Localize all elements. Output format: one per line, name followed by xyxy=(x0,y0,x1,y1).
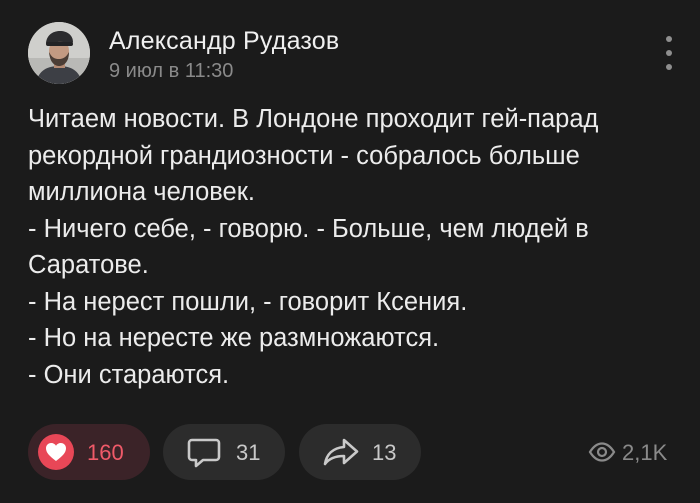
post-text-line: - Ничего себе, - говорю. - Больше, чем л… xyxy=(28,214,589,243)
more-vertical-icon-dot xyxy=(666,64,672,70)
post-text-line: - Они стараются. xyxy=(28,360,230,389)
post-text-line: - Но на нересте же размножаются. xyxy=(28,324,440,352)
post-text-line: Саратове. xyxy=(28,251,149,279)
share-button[interactable]: 13 xyxy=(299,424,421,480)
post-text-line: миллиона человек. xyxy=(28,178,255,206)
comment-icon xyxy=(187,437,221,474)
comment-button[interactable]: 31 xyxy=(163,424,285,480)
more-options-button[interactable] xyxy=(662,36,676,70)
avatar-photo xyxy=(28,22,90,84)
post-timestamp: 9 июл в 11:30 xyxy=(109,60,234,82)
post-card: Александр Рудазов 9 июл в 11:30 Читаем н… xyxy=(0,0,700,503)
eye-icon xyxy=(588,442,616,467)
more-vertical-icon xyxy=(666,36,672,42)
post-header: Александр Рудазов 9 июл в 11:30 xyxy=(28,22,674,84)
share-arrow-icon xyxy=(323,437,359,472)
comment-count: 31 xyxy=(236,440,261,465)
post-text-line: - На нерест пошли, - говорит Ксения. xyxy=(28,287,468,316)
author-name[interactable]: Александр Рудазов xyxy=(109,27,339,56)
author-avatar[interactable] xyxy=(28,22,90,84)
post-actions-bar: 160 31 13 2,1K xyxy=(28,424,682,480)
heart-icon xyxy=(38,434,74,470)
like-button[interactable]: 160 xyxy=(28,424,150,480)
views-count: 2,1K xyxy=(622,440,668,465)
post-text: Читаем новости. В Лондоне проходит гей-п… xyxy=(28,101,678,393)
views-counter: 2,1K xyxy=(572,424,682,480)
like-count: 160 xyxy=(87,440,124,465)
post-text-line: рекордной грандиозности - собралось боль… xyxy=(28,141,580,170)
share-count: 13 xyxy=(372,440,397,465)
more-vertical-icon-dot xyxy=(666,50,672,56)
post-text-line: Читаем новости. В Лондоне проходит гей-п… xyxy=(28,105,599,133)
